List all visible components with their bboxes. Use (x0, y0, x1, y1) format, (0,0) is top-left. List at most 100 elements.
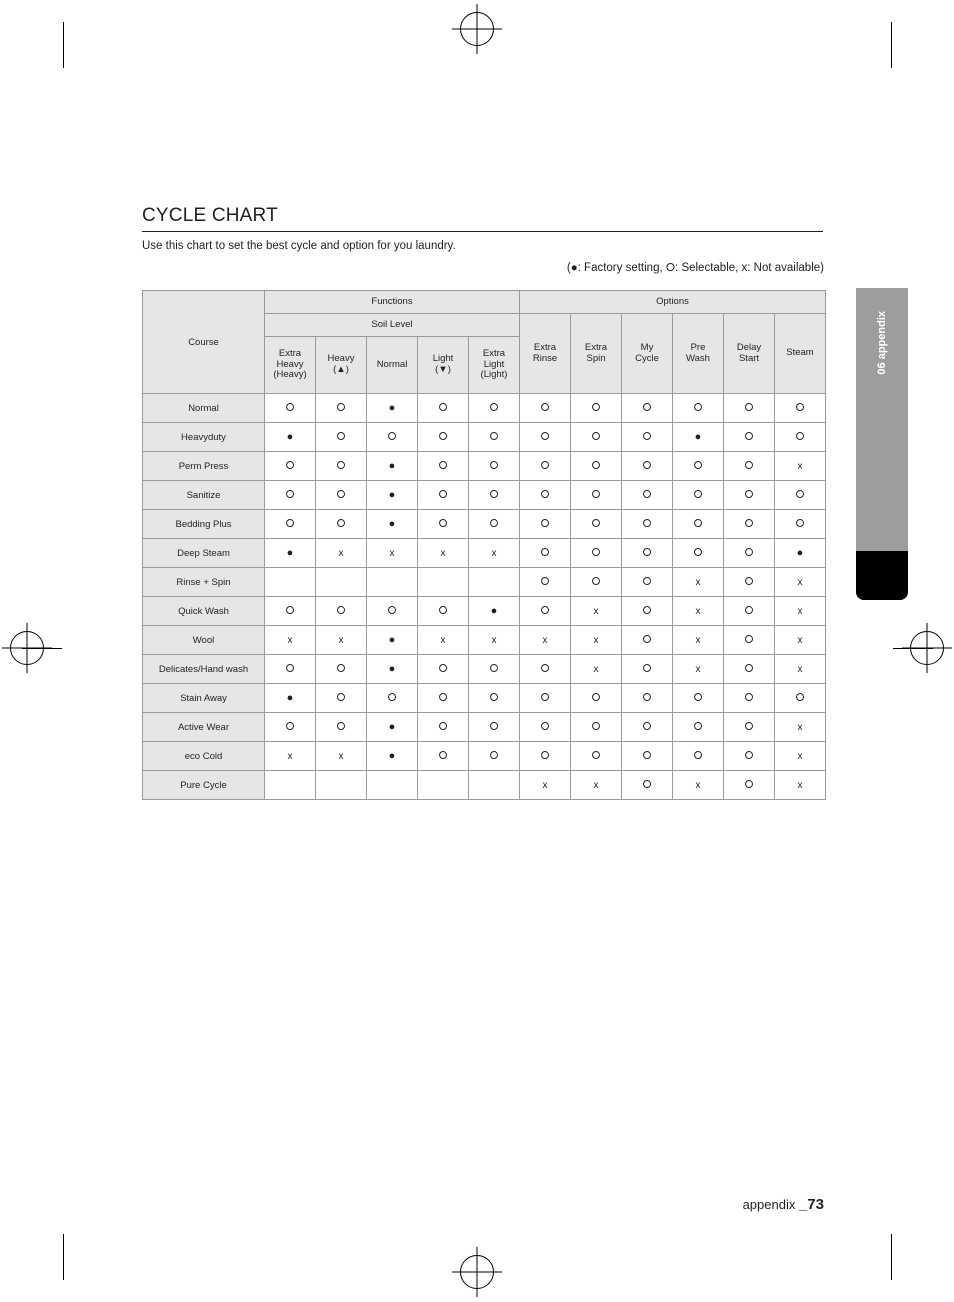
cell-mark: ⭘ (489, 401, 499, 414)
cell-selectable: ⭘ (621, 654, 673, 684)
header-soil-extra-light-line3: (Light) (480, 369, 508, 381)
cell-mark: x (593, 663, 599, 675)
cell-mark: ⭘ (744, 778, 754, 791)
cell-selectable: ⭘ (621, 770, 673, 800)
row-header-course: Bedding Plus (142, 509, 265, 539)
cell-not-available: x (315, 741, 367, 771)
cell-not-available: x (519, 625, 571, 655)
cell-mark: ⭘ (540, 662, 550, 675)
row-header-course: Normal (142, 393, 265, 423)
cell-mark: ⭘ (642, 575, 652, 588)
cell-mark: ⭘ (693, 401, 703, 414)
cell-mark: ⭘ (285, 517, 295, 530)
cell-not-available: x (774, 451, 826, 481)
cell-mark: ⭘ (540, 720, 550, 733)
cell-mark: ⭘ (591, 749, 601, 762)
cell-selectable: ⭘ (621, 393, 673, 423)
cell-mark: x (797, 721, 803, 733)
cell-mark: ⭘ (642, 430, 652, 443)
table-row: Normal ⭘ ⭘ ● ⭘ ⭘ ⭘ ⭘ ⭘ ⭘ ⭘ ⭘ (142, 393, 826, 423)
cell-mark: x (542, 634, 548, 646)
cell-selectable: ⭘ (519, 480, 571, 510)
header-option-extra-rinse-line2: Rinse (532, 352, 558, 364)
header-option-extra-rinse-line1: Extra (533, 341, 557, 353)
cell-mark: ⭘ (642, 488, 652, 501)
cell-mark: ⭘ (438, 691, 448, 704)
cell-mark: ⭘ (438, 488, 448, 501)
cell-mark: x (797, 663, 803, 675)
cell-mark: ⭘ (540, 401, 550, 414)
cell-selectable: ⭘ (468, 451, 520, 481)
cell-selectable: ⭘ (264, 596, 316, 626)
cell-selectable: ⭘ (570, 451, 622, 481)
cell-selectable: ⭘ (264, 393, 316, 423)
cell-mark: ⭘ (438, 459, 448, 472)
cell-mark: x (542, 779, 548, 791)
cell-mark: ⭘ (591, 720, 601, 733)
cell-selectable: ⭘ (519, 654, 571, 684)
header-option-delay-start: Delay Start (723, 313, 775, 394)
cell-selectable: ⭘ (264, 712, 316, 742)
cell-mark: ⭘ (285, 662, 295, 675)
cell-mark: ⭘ (642, 662, 652, 675)
cell-mark: ⭘ (591, 459, 601, 472)
cell-mark: ⭘ (693, 459, 703, 472)
cell-not-available: x (672, 625, 724, 655)
cell-mark: ⭘ (591, 517, 601, 530)
cell-mark: ⭘ (693, 546, 703, 559)
cell-mark: ⭘ (744, 401, 754, 414)
header-course: Course (142, 290, 265, 394)
cell-selectable: ⭘ (264, 654, 316, 684)
cell-selectable: ⭘ (519, 741, 571, 771)
cell-mark: x (695, 605, 701, 617)
cell-not-available: x (315, 538, 367, 568)
side-tab-label-text: 06 appendix (876, 311, 888, 375)
cell-mark: ⭘ (438, 749, 448, 762)
cell-blank (417, 770, 469, 800)
cell-mark: ⭘ (285, 401, 295, 414)
cell-mark: ⭘ (540, 430, 550, 443)
cell-selectable: ⭘ (366, 683, 418, 713)
cell-not-available: x (468, 538, 520, 568)
cell-mark: ⭘ (591, 546, 601, 559)
cell-selectable: ⭘ (315, 712, 367, 742)
cell-mark: ⭘ (795, 517, 805, 530)
cell-mark: ● (388, 749, 396, 762)
cell-mark: x (287, 634, 293, 646)
header-soil-level: Soil Level (264, 313, 520, 337)
cell-selectable: ⭘ (519, 393, 571, 423)
header-functions: Functions (264, 290, 520, 314)
table-row: Sanitize ⭘ ⭘ ● ⭘ ⭘ ⭘ ⭘ ⭘ ⭘ ⭘ ⭘ (142, 480, 826, 510)
cell-mark: ⭘ (591, 430, 601, 443)
header-option-pre-wash: Pre Wash (672, 313, 724, 394)
header-option-steam: Steam (774, 313, 826, 394)
cell-selectable: ⭘ (621, 480, 673, 510)
row-header-course: Wool (142, 625, 265, 655)
cell-selectable: ⭘ (672, 683, 724, 713)
cell-selectable: ⭘ (723, 480, 775, 510)
cell-mark: x (593, 634, 599, 646)
cell-selectable: ⭘ (723, 654, 775, 684)
row-header-course: Deep Steam (142, 538, 265, 568)
cell-not-available: x (468, 625, 520, 655)
cell-selectable: ⭘ (570, 683, 622, 713)
cell-mark: x (695, 576, 701, 588)
cell-mark: ⭘ (744, 488, 754, 501)
cell-mark: ⭘ (744, 720, 754, 733)
cell-selectable: ⭘ (417, 712, 469, 742)
cell-mark: ● (388, 720, 396, 733)
cell-not-available: x (672, 654, 724, 684)
cell-mark: ● (286, 430, 294, 443)
cell-selectable: ⭘ (621, 712, 673, 742)
cell-selectable: ⭘ (621, 451, 673, 481)
cell-not-available: x (774, 654, 826, 684)
cell-mark: ● (490, 604, 498, 617)
cell-mark: ⭘ (438, 430, 448, 443)
table-row: Heavyduty ● ⭘ ⭘ ⭘ ⭘ ⭘ ⭘ ⭘ ● ⭘ ⭘ (142, 422, 826, 452)
cell-mark: ⭘ (642, 604, 652, 617)
cell-selectable: ⭘ (315, 480, 367, 510)
cell-not-available: x (570, 596, 622, 626)
cell-factory: ● (774, 538, 826, 568)
cell-mark: ⭘ (489, 488, 499, 501)
cell-selectable: ⭘ (723, 625, 775, 655)
